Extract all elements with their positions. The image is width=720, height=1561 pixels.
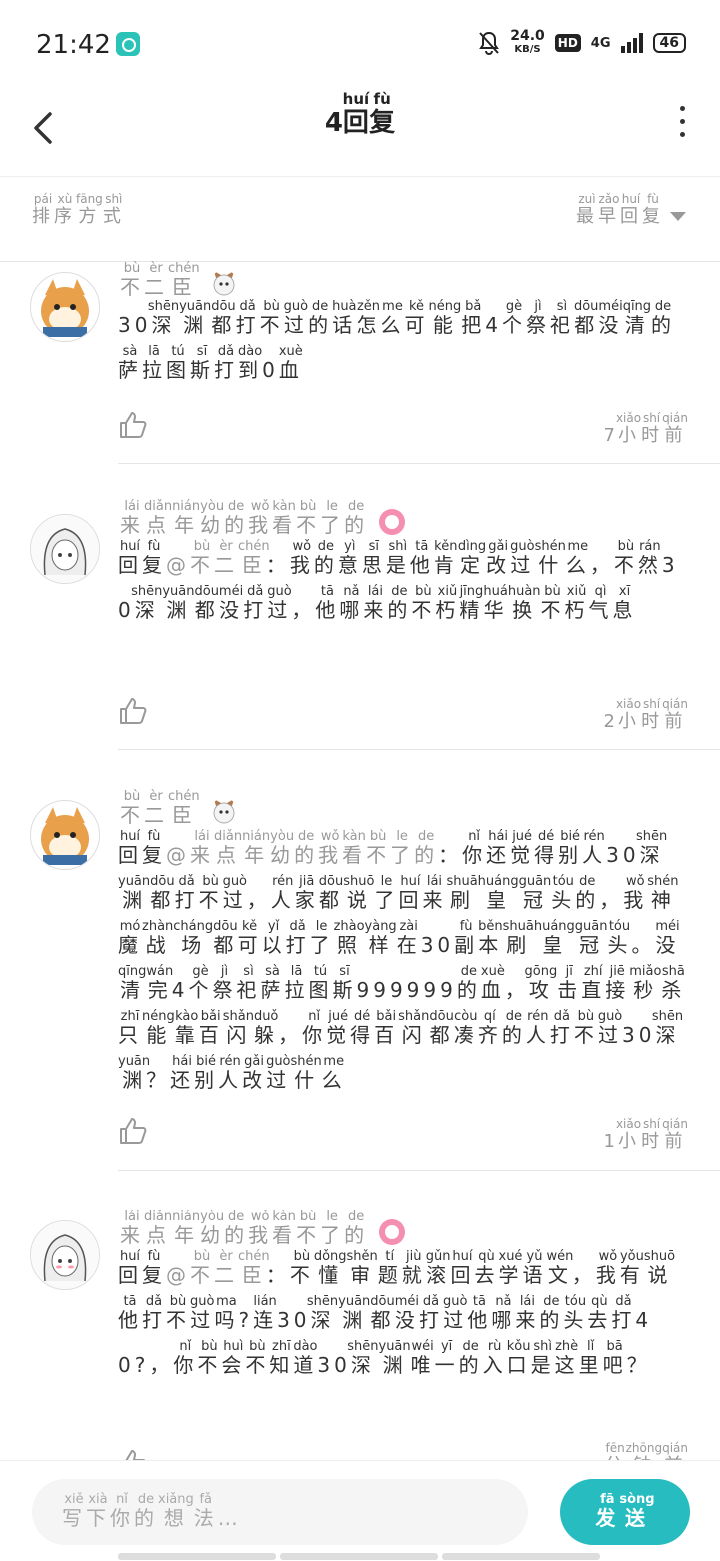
comment-text: 回huí复fù@来lái点diǎn年nián幼yòu的de我wǒ看kàn不bù了… (118, 829, 686, 1092)
page-title: 4回huí复fù (0, 90, 720, 139)
comment-time: 7小xiǎo时shí前qián (603, 411, 688, 446)
app-header: 4回huí复fù (0, 88, 720, 177)
caret-down-icon (670, 212, 686, 221)
user-badge-icon (379, 509, 406, 535)
comment-text: 回huí复fù@不bù二èr臣chén：不bù懂dǒng审shěn题tí就jiù… (118, 1249, 676, 1377)
battery-icon: 46 (652, 33, 686, 53)
clock: 21:42 (36, 30, 111, 60)
comment-username[interactable]: 不bù二èr臣chén (120, 261, 238, 300)
divider (118, 1170, 720, 1171)
comment-input[interactable]: 写xiě下xià你nǐ的de想xiǎng法fǎ… (32, 1479, 528, 1545)
reply-count: 4 (324, 108, 343, 138)
avatar[interactable] (30, 272, 100, 342)
comment-text: 30深shēn渊yuān都dōu打dǎ不bù过guò的de话huà怎zěn么me… (118, 299, 676, 382)
comment-item: 不bù二èr臣chén 30深shēn渊yuān都dōu打dǎ不bù过guò的d… (0, 261, 720, 465)
status-bar: 21:42 24.0 KB/S HD 4G 46 (0, 0, 720, 88)
user-badge-icon (213, 271, 235, 296)
comment-time: 1小xiǎo时shí前qián (603, 1117, 688, 1152)
sort-label: 排pái序xù方fāng式shì (32, 192, 125, 227)
avatar[interactable] (30, 800, 100, 870)
system-icons: 24.0 KB/S HD 4G 46 (478, 28, 686, 56)
mention-link[interactable]: @来lái点diǎn年nián幼yòu的de我wǒ看kàn不bù了le的de (166, 829, 438, 867)
thumbs-up-icon[interactable] (118, 1448, 148, 1460)
thumbs-up-icon[interactable] (118, 696, 148, 726)
title-text: 回huí复fù (342, 90, 396, 138)
send-button[interactable]: 发fā送sòng (560, 1479, 690, 1545)
comment-username[interactable]: 来lái点diǎn年nián幼yòu的de我wǒ看kàn不bù了le的de (120, 1210, 406, 1248)
sort-dropdown[interactable]: 最zuì早zǎo回huí复fù (576, 192, 686, 228)
hd-icon: HD (554, 34, 581, 52)
avatar[interactable] (30, 1220, 100, 1290)
network-speed: 24.0 KB/S (510, 28, 545, 55)
comment-input-bar: 写xiě下xià你nǐ的de想xiǎng法fǎ… 发fā送sòng (0, 1460, 720, 1561)
reply-label: 回huí复fù (118, 1249, 166, 1287)
comment-item: 来lái点diǎn年nián幼yòu的de我wǒ看kàn不bù了le的de 回h… (0, 1210, 720, 1460)
comment-text: 回huí复fù@不bù二èr臣chén：我wǒ的de意yì思sī是shì他tā肯… (118, 539, 679, 622)
bottom-indicator (118, 1553, 600, 1560)
sort-value-text: 最zuì早zǎo回huí复fù (576, 192, 664, 227)
signal-icon (620, 33, 643, 53)
comment-item: 来lái点diǎn年nián幼yòu的de我wǒ看kàn不bù了le的de 回h… (0, 499, 720, 752)
mention-link[interactable]: @不bù二èr臣chén (166, 539, 270, 577)
user-badge-icon (379, 1219, 406, 1245)
mute-bell-icon (479, 31, 500, 55)
input-placeholder: 写xiě下xià你nǐ的de想xiǎng法fǎ… (62, 1492, 242, 1530)
divider (118, 463, 720, 464)
reply-label: 回huí复fù (118, 829, 166, 867)
thumbs-up-icon[interactable] (118, 1116, 148, 1146)
comment-item: 不bù二èr臣chén 回huí复fù@来lái点diǎn年nián幼yòu的d… (0, 789, 720, 1172)
user-badge-icon (213, 799, 235, 824)
comment-username[interactable]: 来lái点diǎn年nián幼yòu的de我wǒ看kàn不bù了le的de (120, 499, 406, 538)
comment-username[interactable]: 不bù二èr臣chén (120, 789, 238, 828)
reply-label: 回huí复fù (118, 539, 166, 577)
more-options-button[interactable] (674, 106, 690, 142)
comment-time: 2小xiǎo时shí前qián (603, 697, 688, 732)
thumbs-up-icon[interactable] (118, 410, 148, 440)
avatar[interactable] (30, 514, 100, 584)
divider (118, 749, 720, 750)
app-notification-icon (116, 32, 140, 56)
sort-bar: 排pái序xù方fāng式shì 最zuì早zǎo回huí复fù (0, 177, 720, 262)
comment-time: 分fēn钟zhōng前qián (604, 1441, 688, 1460)
mention-link[interactable]: @不bù二èr臣chén (166, 1249, 270, 1287)
network-type: 4G (590, 35, 611, 51)
